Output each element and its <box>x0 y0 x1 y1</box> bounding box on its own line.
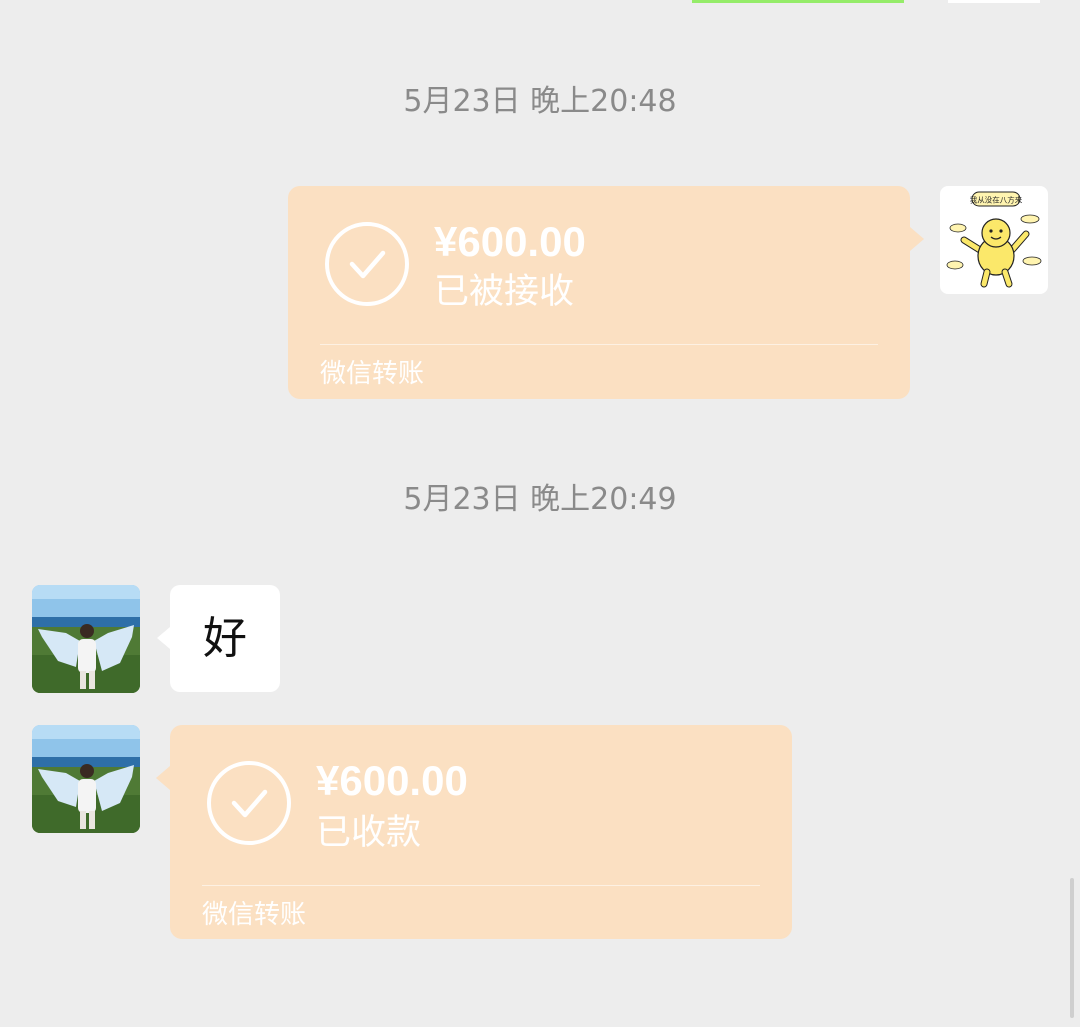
scrollbar[interactable] <box>1070 878 1074 1018</box>
message-timestamp: 5月23日 晚上20:49 <box>403 482 677 517</box>
transfer-amount: ¥600.00 <box>434 218 586 265</box>
transfer-status: 已收款 <box>316 813 422 853</box>
bubble-tail <box>157 627 170 649</box>
bubble-tail <box>910 227 924 251</box>
check-circle-icon <box>325 222 409 306</box>
previous-avatar-fragment <box>948 0 1040 3</box>
contact-photo <box>32 725 140 833</box>
text-message-received[interactable]: 好 <box>157 585 280 692</box>
transfer-message-received[interactable]: ¥600.00 已收款 微信转账 <box>156 725 792 939</box>
contact-avatar[interactable] <box>32 725 140 833</box>
bubble-divider <box>202 885 760 886</box>
transfer-footer-label: 微信转账 <box>202 900 307 930</box>
transfer-amount: ¥600.00 <box>316 757 468 804</box>
contact-avatar[interactable] <box>32 585 140 693</box>
previous-message-fragment <box>692 0 904 3</box>
sticker-figure: 我从没在八方来 <box>946 191 1042 288</box>
bubble-tail <box>156 766 170 790</box>
message-text: 好 <box>203 613 247 664</box>
transfer-message-sent[interactable]: ¥600.00 已被接收 微信转账 <box>288 186 924 399</box>
sticker-caption: 我从没在八方来 <box>970 195 1023 205</box>
message-timestamp: 5月23日 晚上20:48 <box>403 84 677 119</box>
transfer-status: 已被接收 <box>434 272 575 312</box>
bubble-divider <box>320 344 878 345</box>
check-circle-icon <box>207 761 291 845</box>
contact-photo <box>32 585 140 693</box>
transfer-footer-label: 微信转账 <box>320 359 425 389</box>
my-avatar[interactable]: 我从没在八方来 <box>940 186 1048 294</box>
